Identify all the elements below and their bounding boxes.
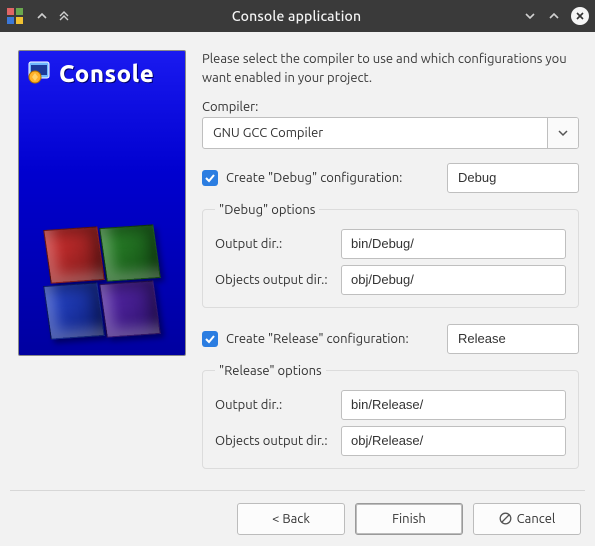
banner-console-icon bbox=[27, 59, 53, 88]
cancel-button[interactable]: Cancel bbox=[473, 503, 581, 535]
release-output-label: Output dir.: bbox=[215, 398, 341, 412]
finish-button-label: Finish bbox=[392, 512, 426, 526]
release-check-label: Create "Release" configuration: bbox=[226, 332, 409, 346]
release-objects-input[interactable] bbox=[341, 426, 566, 456]
release-output-row: Output dir.: bbox=[215, 390, 566, 420]
release-options-group: "Release" options Output dir.: Objects o… bbox=[202, 364, 579, 469]
release-check-row: Create "Release" configuration: bbox=[202, 324, 579, 354]
debug-options-group: "Debug" options Output dir.: Objects out… bbox=[202, 203, 579, 308]
minimize-icon[interactable] bbox=[519, 5, 541, 27]
wizard-banner: Console bbox=[18, 50, 186, 356]
compiler-row: GNU GCC Compiler bbox=[202, 117, 579, 149]
compiler-value: GNU GCC Compiler bbox=[203, 118, 547, 148]
cancel-icon bbox=[499, 512, 512, 525]
titlebar: Console application bbox=[0, 0, 595, 32]
cancel-button-label: Cancel bbox=[517, 512, 556, 526]
debug-output-row: Output dir.: bbox=[215, 229, 566, 259]
close-icon[interactable] bbox=[571, 7, 589, 25]
check-icon bbox=[204, 333, 216, 345]
intro-text: Please select the compiler to use and wh… bbox=[202, 50, 579, 88]
app-icon bbox=[6, 7, 24, 25]
titlebar-right-controls bbox=[519, 5, 589, 27]
debug-group-title: "Debug" options bbox=[215, 203, 319, 217]
compiler-label: Compiler: bbox=[202, 100, 579, 114]
release-objects-row: Objects output dir.: bbox=[215, 426, 566, 456]
release-name-input[interactable] bbox=[447, 324, 579, 354]
check-icon bbox=[204, 172, 216, 184]
banner-header: Console bbox=[27, 59, 181, 88]
back-button-label: < Back bbox=[272, 512, 310, 526]
titlebar-left-controls bbox=[6, 6, 74, 26]
compiler-combo[interactable]: GNU GCC Compiler bbox=[202, 117, 579, 149]
titlebar-top-icon[interactable] bbox=[54, 6, 74, 26]
debug-output-input[interactable] bbox=[341, 229, 566, 259]
release-output-input[interactable] bbox=[341, 390, 566, 420]
chevron-down-icon bbox=[558, 128, 568, 138]
debug-objects-input[interactable] bbox=[341, 265, 566, 295]
debug-checkbox[interactable] bbox=[202, 170, 218, 186]
release-objects-label: Objects output dir.: bbox=[215, 434, 341, 448]
release-group-title: "Release" options bbox=[215, 364, 326, 378]
debug-objects-label: Objects output dir.: bbox=[215, 273, 341, 287]
wizard-body: Console Please select the compiler to us… bbox=[0, 32, 595, 490]
combo-dropdown-button[interactable] bbox=[547, 118, 578, 148]
debug-check-label: Create "Debug" configuration: bbox=[226, 171, 402, 185]
release-checkbox[interactable] bbox=[202, 331, 218, 347]
debug-check-row: Create "Debug" configuration: bbox=[202, 163, 579, 193]
maximize-icon[interactable] bbox=[543, 5, 565, 27]
wizard-footer: < Back Finish Cancel bbox=[0, 491, 595, 546]
debug-output-label: Output dir.: bbox=[215, 237, 341, 251]
banner-cubes-icon bbox=[47, 225, 157, 339]
titlebar-prev-icon[interactable] bbox=[32, 6, 52, 26]
debug-objects-row: Objects output dir.: bbox=[215, 265, 566, 295]
finish-button[interactable]: Finish bbox=[355, 503, 463, 535]
banner-title: Console bbox=[59, 60, 154, 87]
back-button[interactable]: < Back bbox=[237, 503, 345, 535]
window-title: Console application bbox=[74, 8, 519, 24]
debug-name-input[interactable] bbox=[447, 163, 579, 193]
wizard-main: Please select the compiler to use and wh… bbox=[202, 50, 579, 490]
